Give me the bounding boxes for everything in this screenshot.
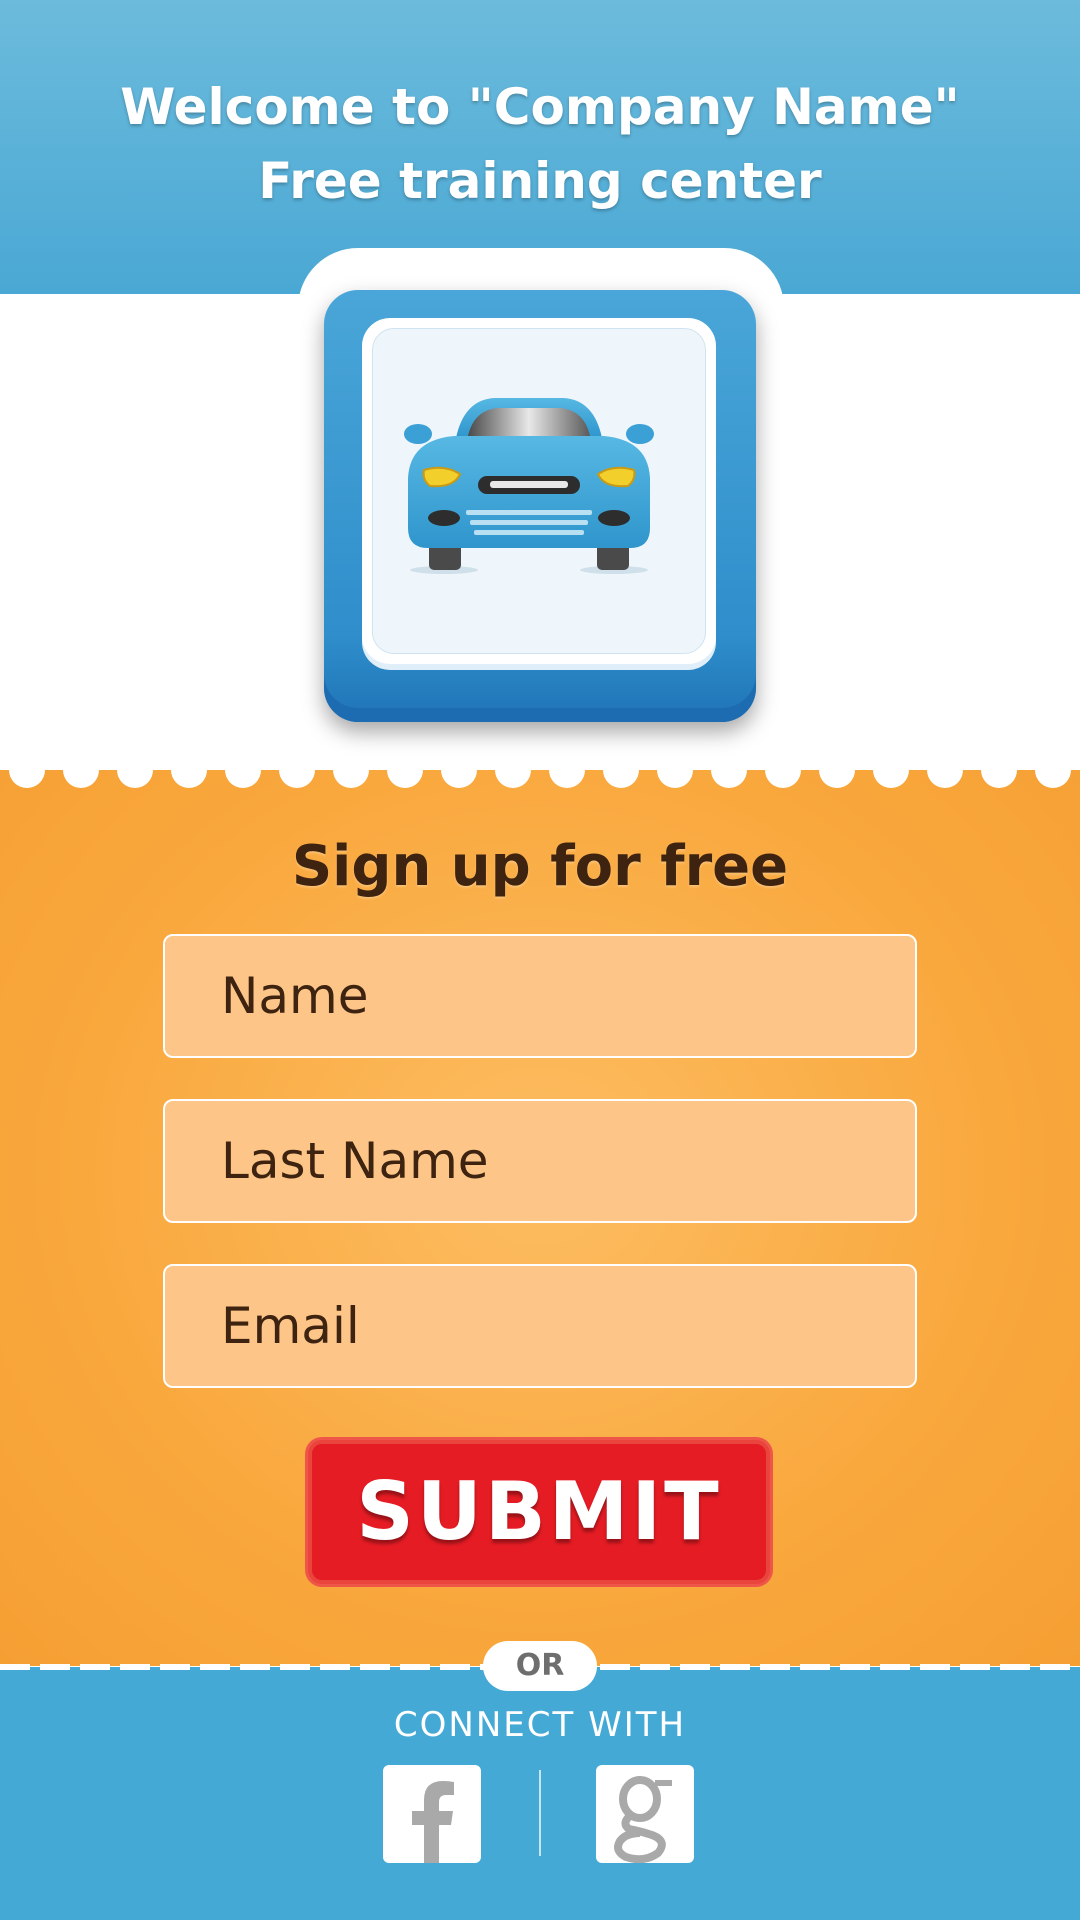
page-title-line2: Free training center: [258, 152, 822, 210]
social-divider: [539, 1770, 541, 1856]
name-field[interactable]: [163, 934, 917, 1058]
app-icon-card: [362, 318, 716, 664]
last-name-field[interactable]: [163, 1099, 917, 1223]
facebook-icon: [412, 1781, 454, 1863]
facebook-button[interactable]: [383, 1765, 481, 1863]
submit-button[interactable]: SUBMIT: [308, 1440, 770, 1584]
page-title: Welcome to "Company Name" Free training …: [0, 70, 1080, 218]
email-field[interactable]: [163, 1264, 917, 1388]
name-input[interactable]: [165, 936, 915, 1056]
email-input[interactable]: [165, 1266, 915, 1386]
app-icon: [324, 290, 756, 722]
connect-with-label: CONNECT WITH: [393, 1705, 687, 1745]
scallop-edge: [0, 770, 1080, 790]
page-title-line1: Welcome to "Company Name": [120, 78, 960, 136]
form-title: Sign up for free: [291, 834, 789, 899]
google-button[interactable]: [596, 1765, 694, 1863]
google-icon: [614, 1776, 672, 1863]
car-icon: [404, 398, 654, 574]
or-badge: OR: [483, 1641, 597, 1691]
last-name-input[interactable]: [165, 1101, 915, 1221]
